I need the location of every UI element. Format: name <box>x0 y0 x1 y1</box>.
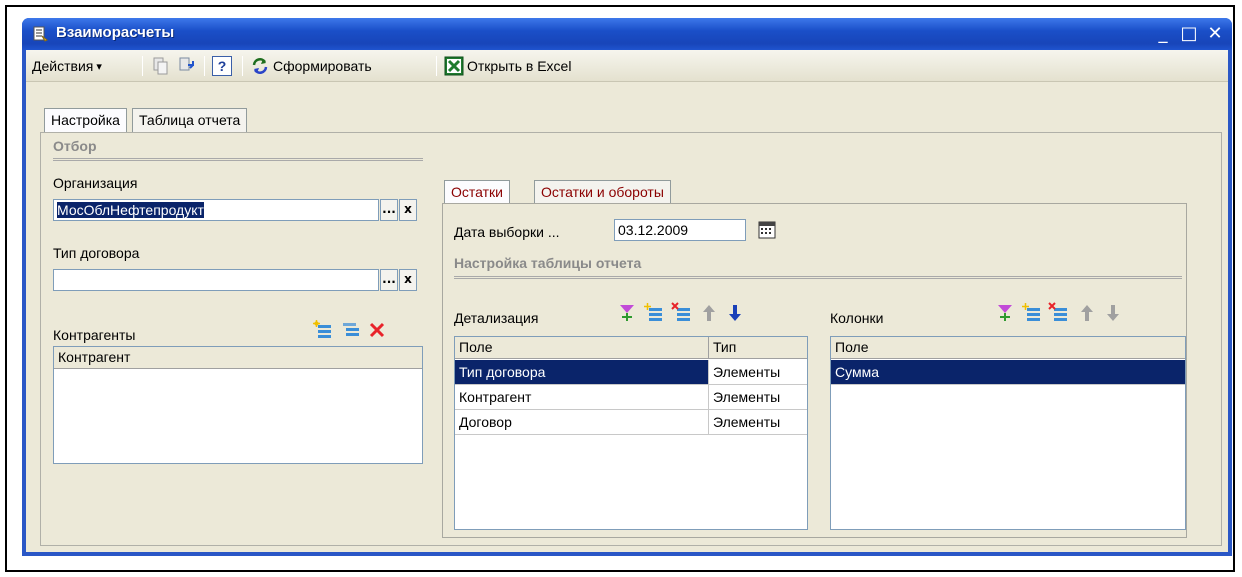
report-icon <box>33 26 48 42</box>
table-settings-title: Настройка таблицы отчета <box>454 255 642 271</box>
organization-value: МосОблНефтепродукт <box>56 201 205 219</box>
group-icon[interactable] <box>994 302 1016 324</box>
paste-icon[interactable] <box>176 55 198 77</box>
contract-type-select-button[interactable]: ... <box>380 269 398 291</box>
organization-select-button[interactable]: ... <box>380 199 398 221</box>
detail-row-field[interactable]: Контрагент <box>455 385 709 410</box>
detail-row-type[interactable]: Элементы <box>709 385 807 410</box>
detail-type-header[interactable]: Тип <box>709 337 807 359</box>
copy-icon[interactable] <box>150 55 172 77</box>
close-button[interactable]: ✕ <box>1204 23 1226 45</box>
toolbar-separator <box>142 56 143 76</box>
actions-menu-button[interactable]: Действия ▾ <box>32 54 102 78</box>
delete-row-icon[interactable] <box>1048 302 1070 324</box>
arrow-down-icon[interactable] <box>724 302 746 324</box>
window-client: Действия ▾ ? Сформировать Открыть в Exce… <box>26 50 1228 552</box>
add-row-icon[interactable] <box>1021 302 1043 324</box>
generate-label: Сформировать <box>273 58 372 74</box>
delete-icon[interactable] <box>366 319 388 341</box>
chevron-down-icon: ▾ <box>96 60 102 73</box>
detail-row-type[interactable]: Элементы <box>709 360 807 385</box>
excel-label: Открыть в Excel <box>467 58 572 74</box>
arrow-up-icon[interactable] <box>1076 302 1098 324</box>
copy-row-icon[interactable] <box>340 319 362 341</box>
contract-type-field[interactable] <box>53 269 379 291</box>
detail-table[interactable]: Поле Тип Тип договора Элементы Контраген… <box>454 336 808 530</box>
title-bar[interactable]: Взаиморасчеты _ □ ✕ <box>22 18 1232 50</box>
delete-row-icon[interactable] <box>671 302 693 324</box>
report-window: Взаиморасчеты _ □ ✕ Действия ▾ ? Сформир… <box>22 18 1232 556</box>
filter-section-title: Отбор <box>53 138 97 154</box>
filter-section-rule <box>53 158 423 161</box>
group-icon[interactable] <box>616 302 638 324</box>
counterparties-label: Контрагенты <box>53 327 136 343</box>
table-settings-rule <box>454 276 1182 279</box>
tab-settings[interactable]: Настройка <box>44 108 127 132</box>
columns-label: Колонки <box>830 310 884 326</box>
help-button[interactable]: ? <box>212 54 232 78</box>
arrow-down-icon[interactable] <box>1102 302 1124 324</box>
detail-label: Детализация <box>454 310 539 326</box>
organization-clear-button[interactable]: x <box>399 199 417 221</box>
toolbar-separator <box>436 56 437 76</box>
contract-type-label: Тип договора <box>53 245 140 261</box>
detail-field-header[interactable]: Поле <box>455 337 709 359</box>
columns-field-header[interactable]: Поле <box>831 337 1185 359</box>
actions-label: Действия <box>32 58 94 74</box>
counterparty-column-header[interactable]: Контрагент <box>54 347 422 369</box>
contract-type-clear-button[interactable]: x <box>399 269 417 291</box>
excel-icon <box>444 56 464 76</box>
arrow-up-icon[interactable] <box>698 302 720 324</box>
help-icon: ? <box>212 56 232 76</box>
toolbar: Действия ▾ ? Сформировать Открыть в Exce… <box>26 50 1228 82</box>
toolbar-separator <box>204 56 205 76</box>
tab-report-table[interactable]: Таблица отчета <box>132 108 248 132</box>
add-row-icon[interactable] <box>643 302 665 324</box>
detail-row-field[interactable]: Тип договора <box>455 360 709 385</box>
counterparties-table[interactable]: Контрагент <box>53 346 423 464</box>
generate-button[interactable]: Сформировать <box>250 54 372 78</box>
minimize-button[interactable]: _ <box>1152 23 1174 45</box>
refresh-icon <box>252 58 268 74</box>
date-label: Дата выборки ... <box>454 224 560 240</box>
organization-label: Организация <box>53 175 138 191</box>
detail-row-type[interactable]: Элементы <box>709 410 807 435</box>
tab-balances-turnover[interactable]: Остатки и обороты <box>534 180 671 204</box>
open-excel-button[interactable]: Открыть в Excel <box>444 54 571 78</box>
toolbar-separator <box>242 56 243 76</box>
organization-field[interactable]: МосОблНефтепродукт <box>53 199 379 221</box>
calendar-icon[interactable] <box>758 221 776 239</box>
columns-table[interactable]: Поле Сумма <box>830 336 1186 530</box>
maximize-button[interactable]: □ <box>1178 23 1200 45</box>
tab-balances[interactable]: Остатки <box>444 180 510 204</box>
window-title: Взаиморасчеты <box>56 24 175 41</box>
detail-row-field[interactable]: Договор <box>455 410 709 435</box>
date-field[interactable]: 03.12.2009 <box>614 219 746 241</box>
add-row-icon[interactable] <box>312 319 334 341</box>
columns-row-field[interactable]: Сумма <box>831 360 1185 385</box>
